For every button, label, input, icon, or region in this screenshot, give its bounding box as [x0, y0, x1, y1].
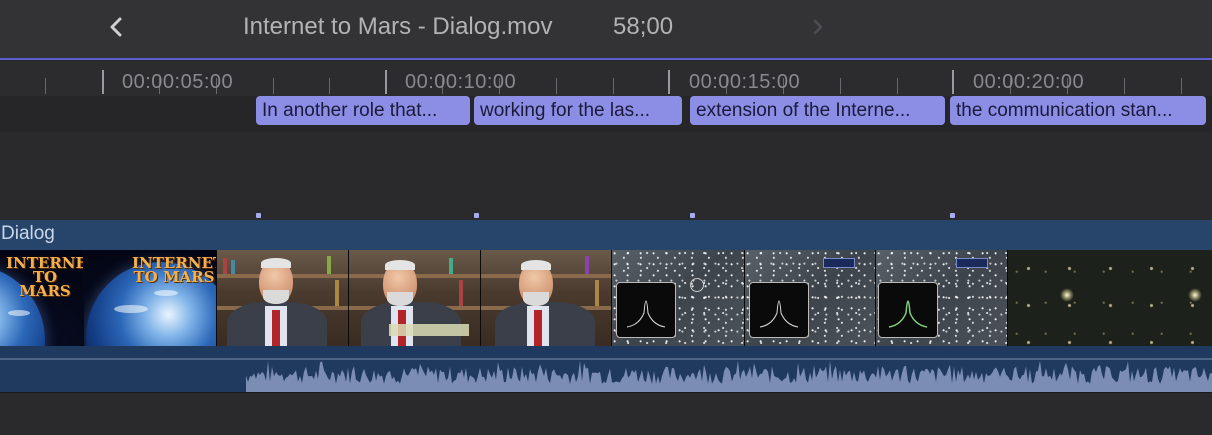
ruler-tick [897, 78, 898, 94]
filmstrip-thumbnail [1008, 250, 1212, 346]
caption-clip[interactable]: working for the las... [474, 96, 682, 125]
info-badge [956, 258, 988, 268]
caption-lane: In another role that... working for the … [0, 96, 1212, 132]
person-tie [534, 310, 542, 346]
person-beard [263, 290, 289, 304]
cloud-shape [154, 290, 178, 296]
clip-title: Internet to Mars - Dialog.mov [243, 13, 553, 40]
lower-third-graphic [389, 324, 469, 336]
circle-highlight [690, 278, 704, 292]
brightness-graph [616, 282, 676, 338]
star-glow [1188, 288, 1202, 302]
ruler-tick [45, 78, 46, 94]
book [449, 258, 453, 274]
graph-curve [626, 300, 666, 328]
ruler-tick [840, 78, 841, 94]
viewer-header: Internet to Mars - Dialog.mov 58;00 [0, 0, 1212, 60]
ruler-tick [1124, 78, 1125, 94]
ruler-label: 00:00:10:00 [405, 71, 517, 93]
chevron-left-icon[interactable] [104, 14, 128, 40]
filmstrip-thumbnail [612, 250, 745, 346]
book [595, 280, 599, 306]
clip-name-bar[interactable]: Dialog [0, 220, 1212, 250]
ruler-tick [952, 70, 954, 94]
ruler-label: 00:00:15:00 [689, 71, 801, 93]
timeline-empty-area [0, 392, 1212, 435]
duration-timecode: 58;00 [613, 13, 674, 40]
cloud-shape [114, 305, 148, 313]
ruler-tick [329, 78, 330, 94]
ruler-tick [273, 78, 274, 94]
thumb-title-text: INTERNET TO MARS [132, 254, 217, 286]
person-hair [261, 258, 291, 268]
filmstrip-thumbnail [481, 250, 612, 346]
filmstrip-thumbnail [217, 250, 349, 346]
graph-curve [888, 300, 928, 328]
ruler-label: 00:00:20:00 [973, 71, 1085, 93]
book [459, 280, 463, 306]
star-glow [1060, 288, 1074, 302]
book [335, 280, 339, 306]
graph-curve [759, 300, 799, 328]
ruler-label: 00:00:05:00 [122, 71, 234, 93]
ruler-tick [613, 78, 614, 94]
person-hair [385, 260, 415, 270]
ruler-tick [102, 70, 104, 94]
filmstrip-thumbnail [876, 250, 1008, 346]
thumb-title-text: INTERNET TO MARS [6, 254, 83, 300]
clip-name-label: Dialog [1, 223, 55, 244]
audio-waveform-track[interactable] [0, 346, 1212, 392]
filmstrip-thumbnail: INTERNET TO MARS [0, 250, 84, 346]
brightness-graph [878, 282, 938, 338]
ruler-tick [385, 70, 387, 94]
caption-marker [474, 213, 479, 218]
caption-clip[interactable]: extension of the Interne... [690, 96, 945, 125]
chevron-right-icon[interactable] [806, 14, 830, 40]
video-filmstrip[interactable]: INTERNET TO MARS INTERNET TO MARS [0, 250, 1212, 346]
info-badge [823, 258, 855, 268]
caption-marker [256, 213, 261, 218]
filmstrip-thumbnail [349, 250, 481, 346]
book [223, 258, 227, 274]
empty-lane [0, 132, 1212, 214]
caption-marker [690, 213, 695, 218]
timeline-ruler[interactable]: 00:00:05:00 00:00:10:00 00:00:15:00 00:0… [0, 60, 1212, 98]
caption-clip[interactable]: the communication stan... [950, 96, 1206, 125]
person-beard [523, 292, 549, 306]
caption-marker [950, 213, 955, 218]
person-tie [272, 310, 280, 346]
ruler-tick [668, 70, 670, 94]
brightness-graph [749, 282, 809, 338]
audio-waveform [0, 358, 1212, 392]
person-hair [521, 260, 551, 270]
cloud-shape [8, 310, 30, 316]
filmstrip-thumbnail [745, 250, 876, 346]
book [327, 256, 331, 274]
ruler-tick [556, 78, 557, 94]
caption-clip[interactable]: In another role that... [256, 96, 470, 125]
book [231, 260, 235, 274]
book [585, 256, 589, 274]
ruler-tick [1181, 78, 1182, 94]
person-beard [387, 292, 413, 306]
filmstrip-thumbnail: INTERNET TO MARS [84, 250, 217, 346]
